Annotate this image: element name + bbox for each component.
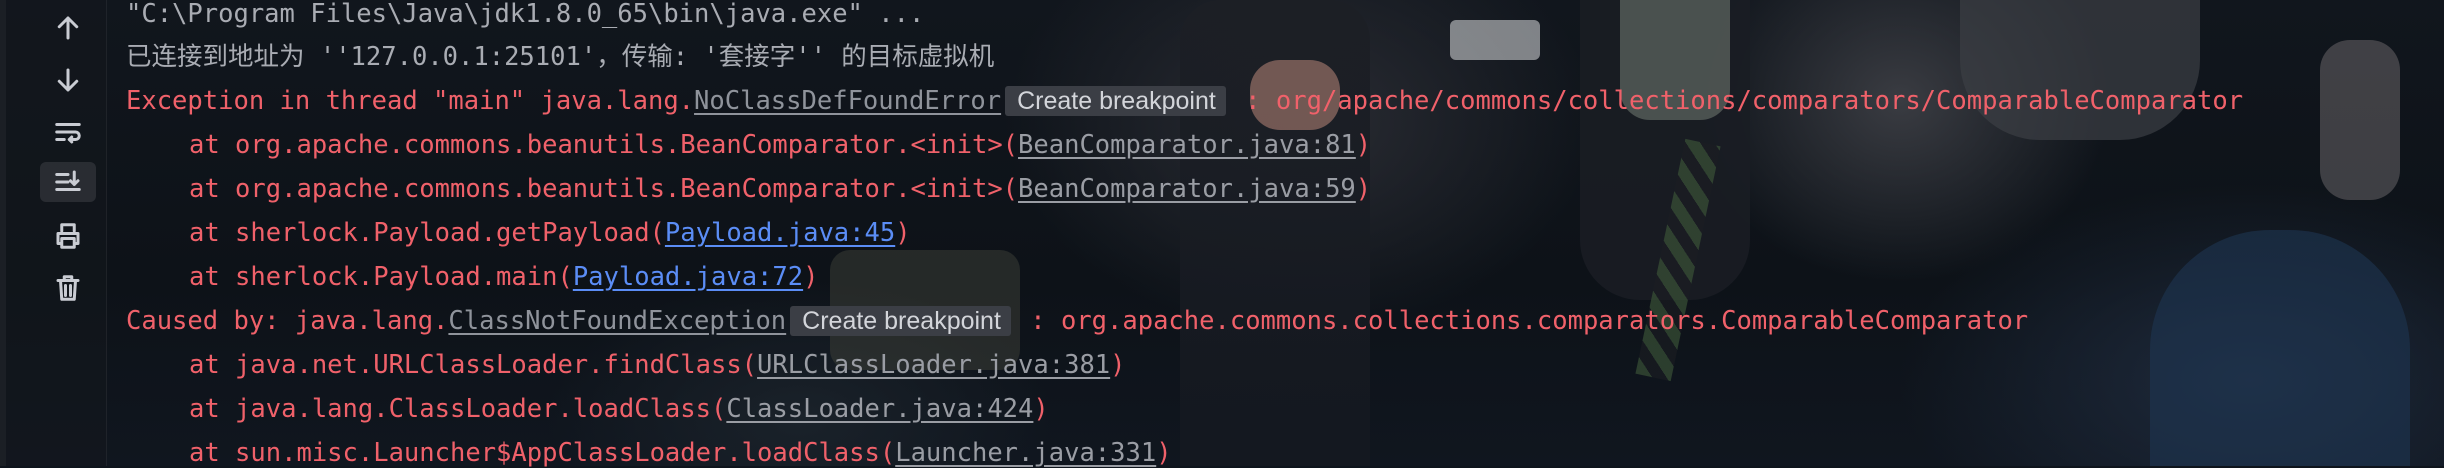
print-icon <box>56 223 80 249</box>
stack-frame-method: at org.apache.commons.beanutils.BeanComp… <box>189 130 1019 160</box>
console-toolbar <box>6 0 107 466</box>
exception-prefix: Exception in thread "main" java.lang. <box>126 86 695 116</box>
caused-by-line: Caused by: java.lang.ClassNotFoundExcept… <box>126 306 2028 336</box>
stack-frame-link[interactable]: URLClassLoader.java:381 <box>757 350 1110 380</box>
stack-frame: at org.apache.commons.beanutils.BeanComp… <box>126 130 1371 160</box>
exception-message: : org/apache/commons/collections/compara… <box>1229 86 2244 116</box>
command-line: "C:\Program Files\Java\jdk1.8.0_65\bin\j… <box>126 0 925 29</box>
stack-frame: at java.lang.ClassLoader.loadClass(Class… <box>126 394 1049 424</box>
scroll-to-end-icon <box>55 170 81 191</box>
stack-frame: at sun.misc.Launcher$AppClassLoader.load… <box>126 438 1172 468</box>
caused-by-message: : org.apache.commons.collections.compara… <box>1014 306 2029 336</box>
soft-wrap-button[interactable] <box>40 112 96 152</box>
create-breakpoint-button[interactable]: Create breakpoint <box>1005 86 1226 116</box>
stack-frame-close: ) <box>1355 174 1372 204</box>
stack-frame-method: at org.apache.commons.beanutils.BeanComp… <box>189 174 1019 204</box>
down-arrow-icon <box>57 68 79 92</box>
exception-class-link[interactable]: NoClassDefFoundError <box>694 86 1001 116</box>
stack-frame-method: at sherlock.Payload.getPayload( <box>189 218 665 248</box>
stack-frame-method: at sherlock.Payload.main( <box>189 262 573 292</box>
stack-frame-link[interactable]: Payload.java:45 <box>665 218 895 248</box>
console-output[interactable]: "C:\Program Files\Java\jdk1.8.0_65\bin\j… <box>126 0 2444 468</box>
clear-all-button[interactable] <box>40 268 96 308</box>
trash-icon <box>56 275 80 301</box>
stack-frame: at org.apache.commons.beanutils.BeanComp… <box>126 174 1371 204</box>
stack-frame-link[interactable]: BeanComparator.java:81 <box>1018 130 1356 160</box>
stack-frame-close: ) <box>895 218 911 248</box>
stack-frame-link[interactable]: Payload.java:72 <box>573 262 803 292</box>
down-button[interactable] <box>40 60 96 100</box>
stack-frame-method: at java.lang.ClassLoader.loadClass( <box>189 394 727 424</box>
soft-wrap-icon <box>55 123 81 144</box>
stack-frame-link[interactable]: Launcher.java:331 <box>895 438 1156 468</box>
create-breakpoint-button[interactable]: Create breakpoint <box>790 306 1011 336</box>
stack-frame-close: ) <box>1355 130 1372 160</box>
stack-frame-method: at java.net.URLClassLoader.findClass( <box>189 350 758 380</box>
stack-frame-close: ) <box>1156 438 1172 468</box>
stack-frame: at sherlock.Payload.getPayload(Payload.j… <box>126 218 911 248</box>
caused-by-prefix: Caused by: java.lang. <box>126 306 449 336</box>
scroll-to-end-button[interactable] <box>40 162 96 202</box>
caused-by-class-link[interactable]: ClassNotFoundException <box>448 306 786 336</box>
stack-frame: at sherlock.Payload.main(Payload.java:72… <box>126 262 818 292</box>
stack-frame-close: ) <box>1033 394 1049 424</box>
stack-frame: at java.net.URLClassLoader.findClass(URL… <box>126 350 1126 380</box>
stack-frame-close: ) <box>1110 350 1126 380</box>
stack-frame-method: at sun.misc.Launcher$AppClassLoader.load… <box>189 438 896 468</box>
stack-frame-link[interactable]: BeanComparator.java:59 <box>1018 174 1356 204</box>
exception-line: Exception in thread "main" java.lang.NoC… <box>126 86 2243 116</box>
connected-message: 已连接到地址为 ''127.0.0.1:25101'，传输: '套接字'' 的目… <box>126 42 995 72</box>
up-arrow-icon <box>57 16 79 40</box>
print-button[interactable] <box>40 216 96 256</box>
stack-frame-close: ) <box>803 262 819 292</box>
stack-frame-link[interactable]: ClassLoader.java:424 <box>726 394 1033 424</box>
up-button[interactable] <box>40 8 96 48</box>
